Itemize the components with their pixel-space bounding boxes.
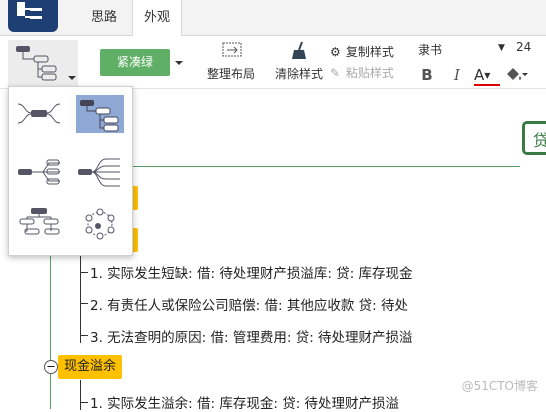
collapse-toggle[interactable]: − <box>44 360 58 374</box>
group1-line <box>80 253 81 343</box>
app-logo-icon <box>17 2 42 19</box>
font-color-label: A <box>474 66 485 84</box>
layout-icon <box>222 42 242 57</box>
logic-structure-icon <box>78 158 120 187</box>
structure-option-fishbone[interactable] <box>15 153 63 191</box>
structure-option-free[interactable] <box>76 205 124 243</box>
group2-line <box>80 380 81 410</box>
tab-idea[interactable]: 思路 <box>82 0 126 35</box>
branch-node-cash-surplus[interactable]: 现金溢余 <box>58 355 123 379</box>
paste-style-button[interactable]: ✎ 粘贴样式 <box>330 64 406 80</box>
group1-tick <box>80 335 88 336</box>
italic-button[interactable]: I <box>448 66 466 84</box>
font-family-value: 隶书 <box>418 43 443 57</box>
structure-option-org[interactable] <box>15 205 63 243</box>
toolbar: 紧凑绿 整理布局 清除样式 ⚙ 复制样式 ✎ 粘贴样式 隶书 ▼ 24 B I … <box>0 36 546 89</box>
group1-tick <box>80 272 88 273</box>
layout-button[interactable]: 整理布局 <box>200 40 262 86</box>
tab-bar: 思路 外观 <box>0 0 546 36</box>
paste-style-label: 粘贴样式 <box>345 66 394 80</box>
watermark: @51CTO博客 <box>461 379 538 393</box>
free-structure-icon <box>85 208 115 240</box>
chevron-down-icon: ▼ <box>498 43 505 53</box>
layout-label: 整理布局 <box>206 67 255 81</box>
main-branch-line <box>50 249 51 409</box>
tree-structure-icon <box>80 100 119 132</box>
app-logo <box>8 0 58 32</box>
leaf-node[interactable]: 1. 实际发生短缺: 借: 待处理财产损溢库: 贷: 库存现金 <box>90 262 413 282</box>
theme-button[interactable]: 紧凑绿 <box>100 49 170 76</box>
leaf-node[interactable]: 3. 无法查明的原因: 借: 管理费用: 贷: 待处理财产损溢 <box>90 326 413 346</box>
chevron-down-icon: ▼ <box>484 71 491 80</box>
leaf-node[interactable]: 1. 实际发生溢余: 借: 库存现金: 贷: 待处理财产损溢 <box>90 392 399 412</box>
font-color-button[interactable]: A▼ <box>474 66 500 86</box>
chevron-down-icon <box>175 61 183 65</box>
structure-dropdown-button[interactable] <box>8 40 78 86</box>
group1-tick <box>80 303 88 304</box>
copy-style-label: 复制样式 <box>345 45 394 59</box>
structure-icon <box>16 46 76 81</box>
clear-style-button[interactable]: 清除样式 <box>268 40 330 86</box>
clear-style-label: 清除样式 <box>274 67 323 81</box>
structure-option-timeline[interactable] <box>76 153 124 191</box>
structure-option-tree[interactable] <box>76 95 124 133</box>
structure-option-mindmap[interactable] <box>15 95 63 133</box>
org-structure-icon <box>19 208 60 235</box>
copy-style-icon: ⚙ <box>330 45 341 59</box>
theme-dropdown-arrow[interactable] <box>172 56 186 70</box>
copy-style-button[interactable]: ⚙ 复制样式 <box>330 43 406 59</box>
bold-button[interactable]: B <box>418 66 436 84</box>
structure-popup <box>8 86 133 256</box>
font-family-select[interactable]: 隶书 ▼ <box>418 41 510 57</box>
root-node[interactable]: 贷 <box>522 121 546 155</box>
paste-style-icon: ✎ <box>330 66 341 80</box>
group2-tick <box>80 402 88 403</box>
mindmap-structure-icon <box>17 103 61 124</box>
fill-color-button[interactable] <box>504 66 530 84</box>
paint-bucket-icon <box>507 68 528 80</box>
leaf-node[interactable]: 2. 有责任人或保险公司赔偿: 借: 其他应收款 贷: 待处 <box>90 294 408 314</box>
fishbone-structure-icon <box>18 159 60 185</box>
tab-appearance[interactable]: 外观 <box>132 0 182 36</box>
broom-icon <box>292 41 306 59</box>
root-connector <box>130 166 520 167</box>
font-size-select[interactable]: 24 <box>516 40 540 56</box>
